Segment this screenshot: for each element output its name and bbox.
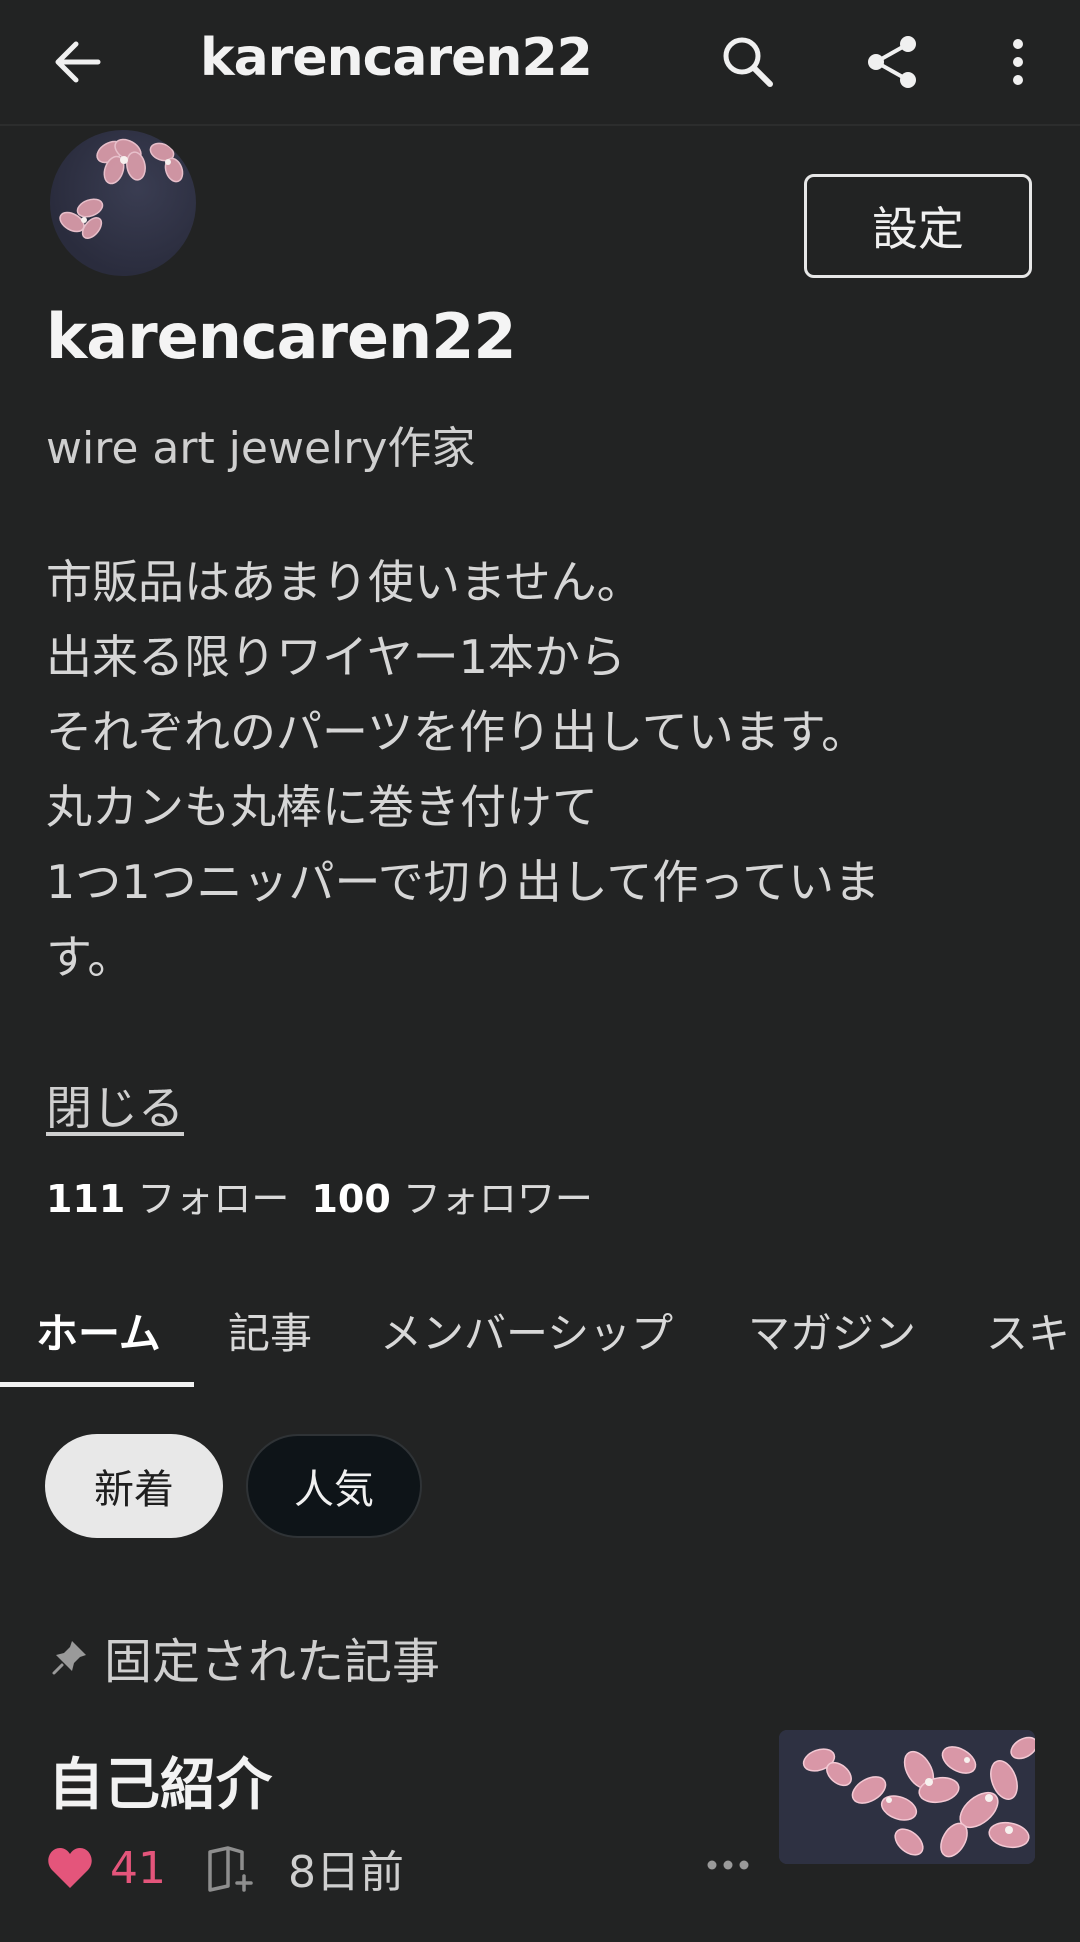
sort-new-chip[interactable]: 新着	[45, 1434, 223, 1538]
pin-icon	[52, 1641, 86, 1675]
bio-line: それぞれのパーツを作り出しています。	[46, 705, 868, 759]
article-title[interactable]: 自己紹介	[48, 1740, 272, 1821]
search-icon[interactable]	[718, 32, 778, 92]
article-meta: 41 8日前	[46, 1838, 404, 1898]
share-icon[interactable]	[862, 32, 922, 92]
avatar-flower-image	[59, 138, 184, 239]
profile-tagline: wire art jewelry作家	[46, 423, 476, 474]
bio-line: 1つ1つニッパーで切り出して作っていま	[46, 855, 881, 909]
bio-line: 市販品はあまり使いません。	[46, 555, 643, 609]
heart-icon[interactable]	[46, 1846, 94, 1890]
pinned-section-header: 固定された記事	[50, 1622, 440, 1692]
profile-tabs: ホーム 記事 メンバーシップ マガジン スキ	[0, 1280, 1080, 1390]
top-app-bar: karencaren22	[0, 0, 1080, 126]
article-thumbnail[interactable]	[779, 1730, 1035, 1864]
like-count: 41	[110, 1842, 166, 1894]
following-count: 111	[46, 1177, 126, 1221]
followers-link[interactable]: 100 フォロワー	[311, 1177, 592, 1221]
tab-likes[interactable]: スキ	[986, 1300, 1070, 1361]
tab-home[interactable]: ホーム	[36, 1300, 161, 1361]
followers-count: 100	[311, 1177, 391, 1221]
following-link[interactable]: 111 フォロー	[46, 1177, 289, 1221]
back-arrow-icon[interactable]	[48, 32, 108, 92]
avatar[interactable]	[50, 130, 196, 276]
bio-line: 出来る限りワイヤー1本から	[46, 630, 626, 684]
active-tab-indicator	[0, 1382, 194, 1387]
following-label: フォロー	[137, 1177, 290, 1221]
more-vertical-icon[interactable]	[990, 32, 1050, 92]
add-to-magazine-icon[interactable]	[206, 1844, 258, 1892]
close-bio-link[interactable]: 閉じる	[46, 1072, 184, 1138]
header-title: karencaren22	[200, 28, 593, 88]
settings-button[interactable]: 設定	[804, 174, 1032, 278]
bio-line: す。	[46, 930, 134, 984]
tab-membership[interactable]: メンバーシップ	[380, 1300, 673, 1361]
follow-stats: 111 フォロー 100 フォロワー	[46, 1168, 593, 1223]
pinned-section-label: 固定された記事	[104, 1634, 441, 1690]
post-time: 8日前	[288, 1847, 404, 1898]
followers-label: フォロワー	[402, 1177, 593, 1221]
tab-articles[interactable]: 記事	[228, 1300, 312, 1361]
more-horizontal-icon[interactable]	[706, 1850, 750, 1880]
sort-popular-chip[interactable]: 人気	[246, 1434, 422, 1538]
bio-line: 丸カンも丸棒に巻き付けて	[46, 780, 598, 834]
profile-name: karencaren22	[46, 300, 516, 373]
profile-bio: 市販品はあまり使いません。 出来る限りワイヤー1本から それぞれのパーツを作り出…	[46, 545, 1046, 995]
tab-magazines[interactable]: マガジン	[748, 1300, 916, 1361]
thumbnail-flower-image	[779, 1730, 1035, 1864]
